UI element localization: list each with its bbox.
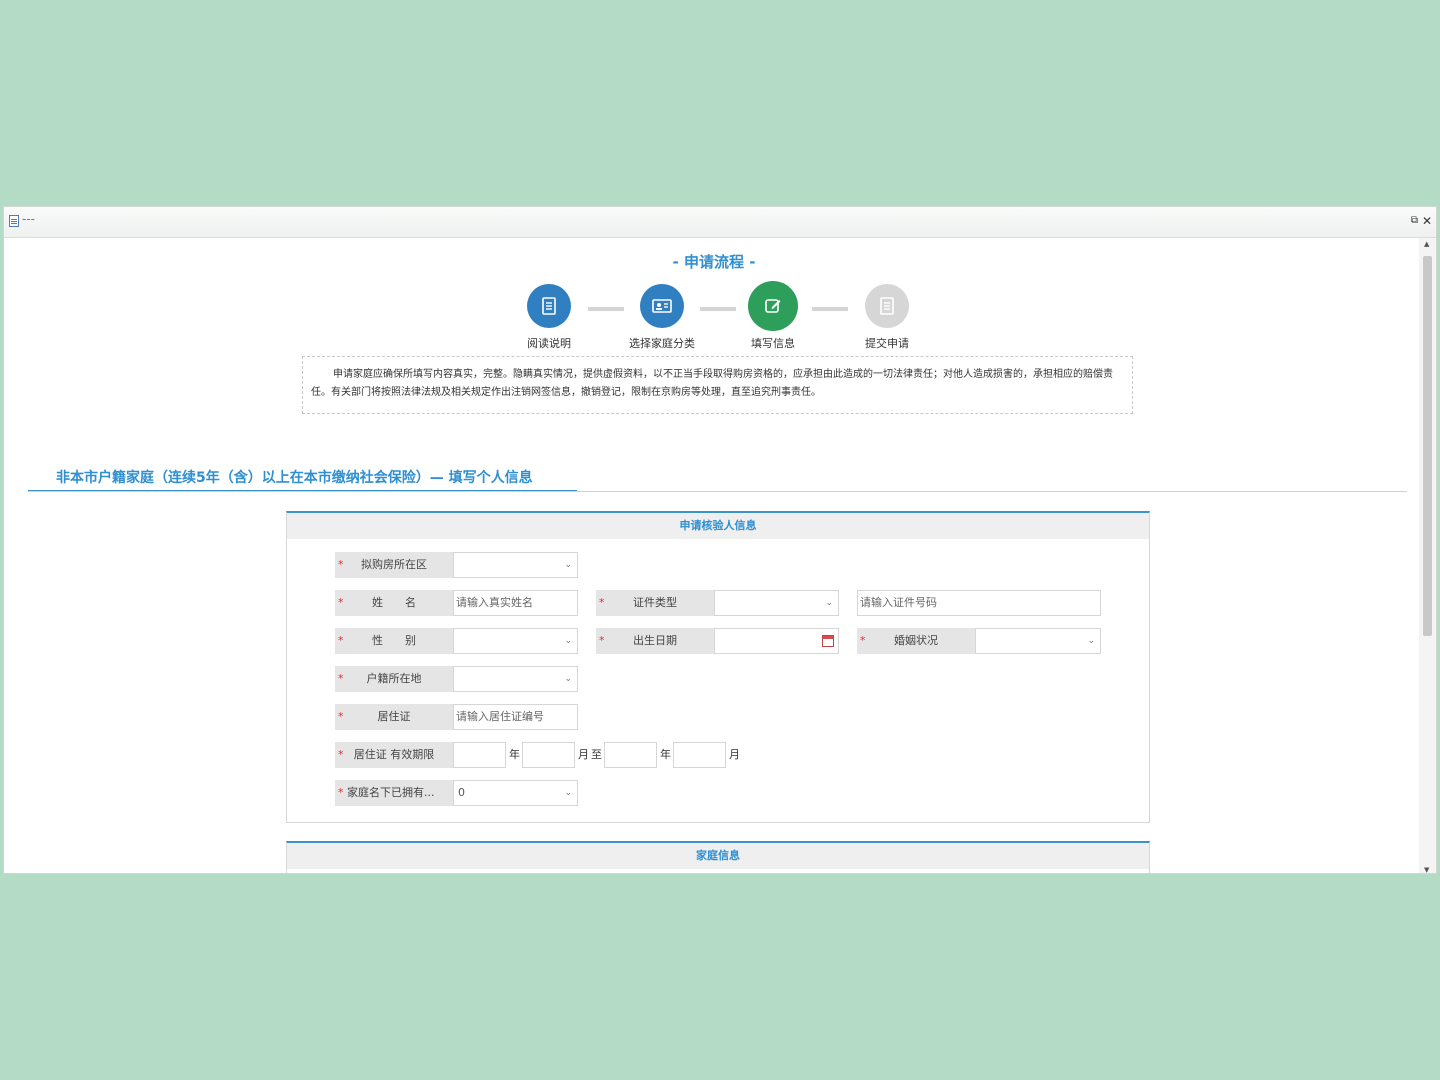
applicant-info-panel: 申请核验人信息 * 拟购房所在区 ⌄ * 姓 名 请输入真实姓名 * 证件类型 … [286,511,1150,823]
step-label: 提交申请 [865,337,909,350]
residence-permit-input[interactable]: 请输入居住证编号 [453,704,578,730]
birth-date-input[interactable] [714,628,839,654]
year-unit: 年 [660,748,671,761]
page-title: 非本市户籍家庭（连续5年（含）以上在本市缴纳社会保险）— 填写个人信息 [28,467,577,492]
name-field: * 姓 名 请输入真实姓名 [335,590,578,616]
gender-label: * 性 别 [335,628,453,654]
owned-homes-field: * 家庭名下已拥有... 0 ⌄ [335,780,578,806]
window-title: --- [22,212,35,226]
to-label: 至 [591,748,602,761]
chevron-down-icon: ⌄ [825,598,833,608]
page-content: - 申请流程 - 阅读说明 选择家庭分类 填写信息 提交申请 申请家庭应确保所填… [8,238,1420,873]
district-field: * 拟购房所在区 ⌄ [335,552,578,578]
step-label: 阅读说明 [527,337,571,350]
vertical-scrollbar[interactable]: ▲ ▼ [1419,238,1436,873]
marital-status-label: * 婚姻状况 [857,628,975,654]
id-type-field: * 证件类型 ⌄ [596,590,839,616]
hukou-field: * 户籍所在地 ⌄ [335,666,578,692]
name-label: * 姓 名 [335,590,453,616]
required-mark: * [338,558,344,571]
chevron-down-icon: ⌄ [564,674,572,684]
month-unit: 月 [578,748,589,761]
district-select[interactable]: ⌄ [453,552,578,578]
id-number-input[interactable]: 请输入证件号码 [857,590,1101,616]
owned-homes-label: * 家庭名下已拥有... [335,780,453,806]
family-info-panel: 家庭信息 [286,841,1150,873]
gender-field: * 性 别 ⌄ [335,628,578,654]
validity-end-month-input[interactable] [673,742,726,768]
close-icon[interactable]: ✕ [1422,213,1432,229]
hukou-label: * 户籍所在地 [335,666,453,692]
process-title: - 申请流程 - [672,253,756,271]
permit-validity-field: * 居住证 有效期限 年 月 至 年 月 [335,742,742,768]
validity-start-year-input[interactable] [453,742,506,768]
scroll-down-arrow-icon[interactable]: ▼ [1424,866,1429,873]
chevron-down-icon: ⌄ [564,788,572,798]
document-icon [865,284,909,328]
calendar-icon[interactable] [822,635,834,647]
edit-icon [748,281,798,331]
chevron-down-icon: ⌄ [1087,636,1095,646]
marital-status-select[interactable]: ⌄ [975,628,1101,654]
chevron-down-icon: ⌄ [564,636,572,646]
year-unit: 年 [509,748,520,761]
browser-window: --- ⧉ ✕ - 申请流程 - 阅读说明 选择家庭分类 填写信息 提交申请 申… [3,206,1437,874]
gender-select[interactable]: ⌄ [453,628,578,654]
id-type-label: * 证件类型 [596,590,714,616]
step-fill-info: 填写信息 [728,281,818,351]
residence-permit-label: * 居住证 [335,704,453,730]
residence-permit-field: * 居住证 请输入居住证编号 [335,704,578,730]
marital-status-field: * 婚姻状况 ⌄ [857,628,1101,654]
id-number-field: 请输入证件号码 [857,590,1101,616]
id-type-select[interactable]: ⌄ [714,590,839,616]
validity-end-year-input[interactable] [604,742,657,768]
step-label: 填写信息 [751,337,795,350]
name-input[interactable]: 请输入真实姓名 [453,590,578,616]
step-read-instructions: 阅读说明 [504,284,594,351]
scroll-thumb[interactable] [1423,256,1432,636]
district-label: * 拟购房所在区 [335,552,453,578]
page-icon [9,215,19,227]
step-label: 选择家庭分类 [629,337,695,350]
restore-icon[interactable]: ⧉ [1411,213,1418,229]
scroll-up-arrow-icon[interactable]: ▲ [1424,240,1429,248]
step-submit: 提交申请 [842,284,932,351]
validity-start-month-input[interactable] [522,742,575,768]
panel-title: 家庭信息 [287,843,1149,869]
panel-title: 申请核验人信息 [287,513,1149,539]
hukou-select[interactable]: ⌄ [453,666,578,692]
chevron-down-icon: ⌄ [564,560,572,570]
birth-date-label: * 出生日期 [596,628,714,654]
owned-homes-select[interactable]: 0 ⌄ [453,780,578,806]
legal-notice: 申请家庭应确保所填写内容真实，完整。隐瞒真实情况，提供虚假资料，以不正当手段取得… [302,356,1133,414]
step-select-family-type: 选择家庭分类 [617,284,707,351]
divider [28,491,1407,492]
permit-validity-label: * 居住证 有效期限 [335,742,453,768]
month-unit: 月 [729,748,740,761]
window-titlebar: --- ⧉ ✕ [4,207,1436,238]
birth-date-field: * 出生日期 [596,628,839,654]
document-icon [527,284,571,328]
id-card-icon [640,284,684,328]
